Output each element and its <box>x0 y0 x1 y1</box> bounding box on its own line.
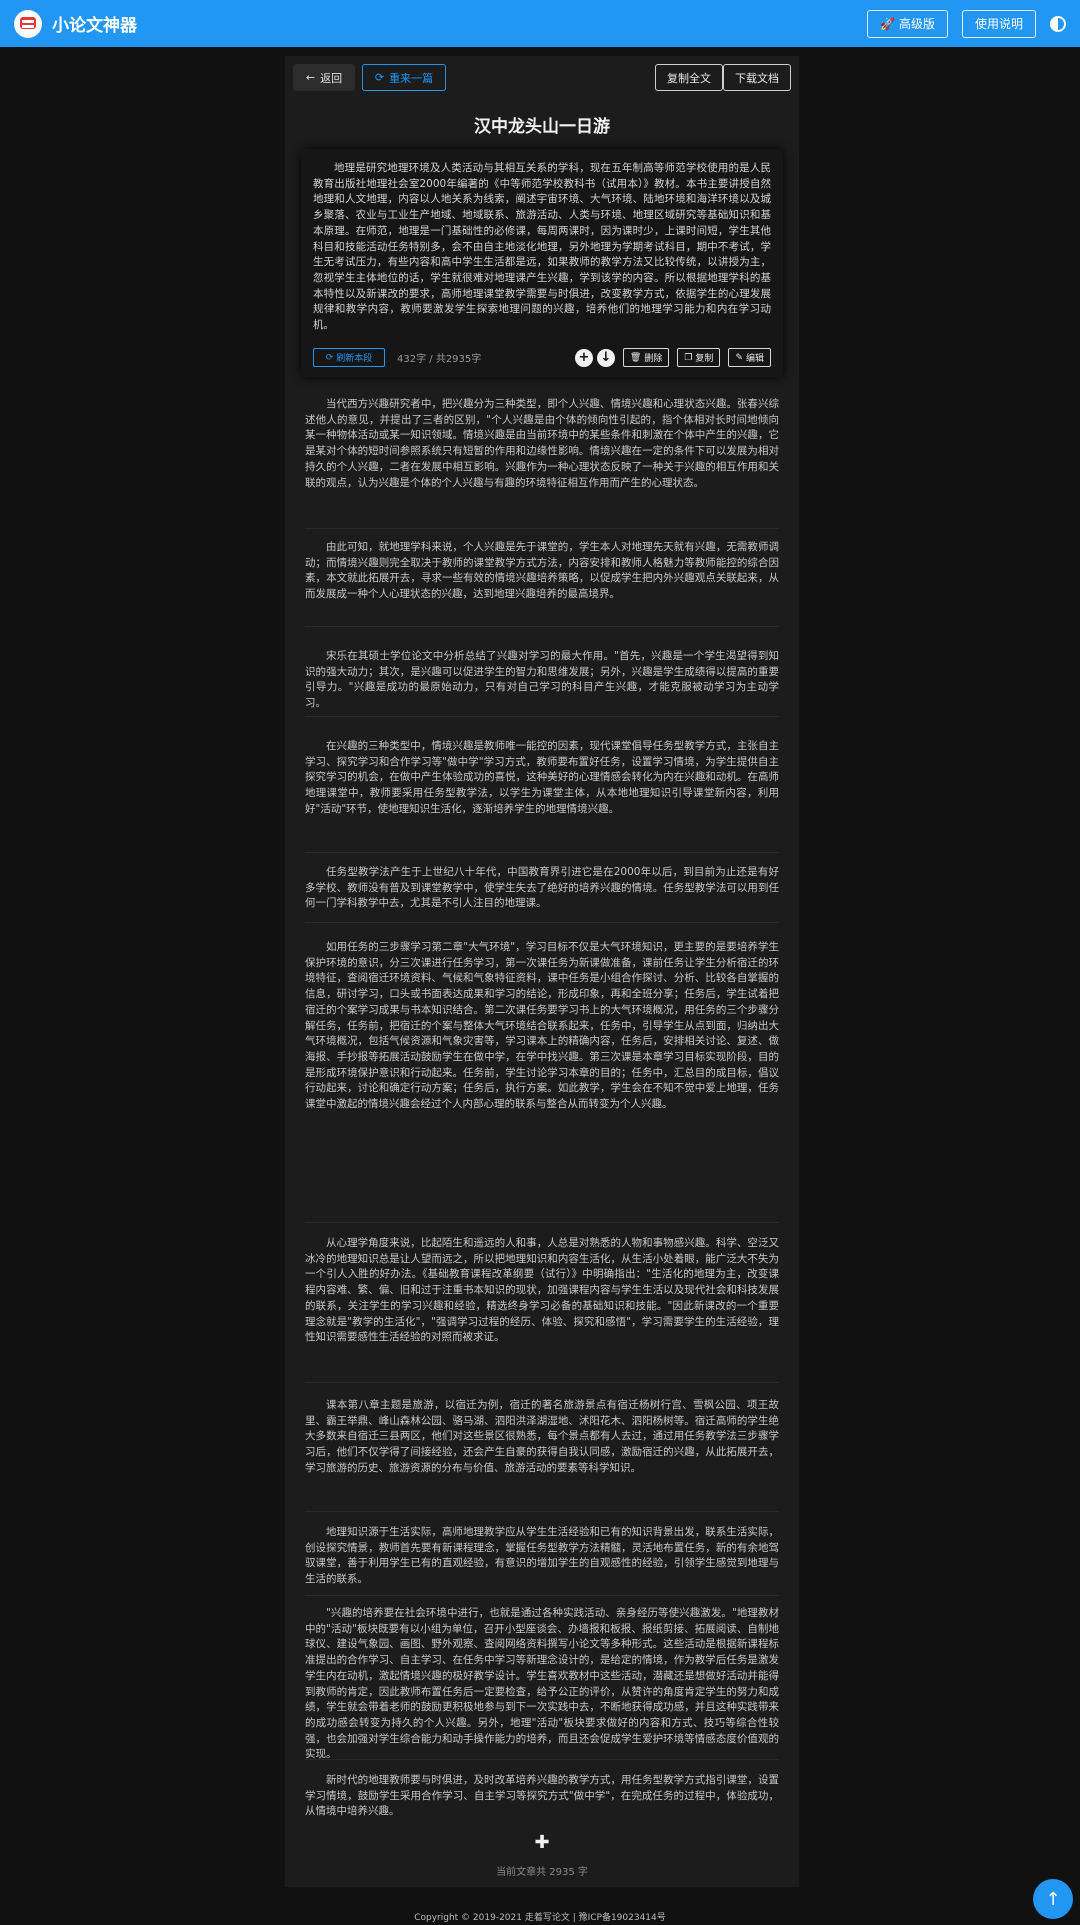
refresh-paragraph-button[interactable]: ⟳ 刷新本段 <box>313 348 385 367</box>
paragraph-text[interactable]: 由此可知，就地理学科来说，个人兴趣是先于课堂的，学生本人对地理先天就有兴趣，无需… <box>305 540 779 603</box>
arrow-left-icon: ← <box>305 71 316 84</box>
paragraph-tools: + ↓ 🗑 删除 ❐ 复制 ✎ 编辑 <box>574 348 771 367</box>
paragraph-divider <box>305 1595 779 1596</box>
refresh-icon: ⟳ <box>374 71 385 84</box>
pencil-icon: ✎ <box>735 352 743 363</box>
paragraph-text[interactable]: 如用任务的三步骤学习第二章"大气环境"，学习目标不仅是大气环境知识，更主要的是要… <box>305 940 779 1113</box>
paragraph-divider <box>305 1511 779 1512</box>
trash-icon: 🗑 <box>629 352 642 363</box>
paragraph-text[interactable]: 当代西方兴趣研究者中，把兴趣分为三种类型，即个人兴趣、情境兴趣和心理状态兴趣。张… <box>305 397 779 491</box>
pro-version-button[interactable]: 🚀 高级版 <box>867 9 948 38</box>
add-paragraph-button[interactable]: ✚ <box>285 1832 799 1853</box>
copy-button[interactable]: ❐ 复制 <box>677 348 721 367</box>
plus-icon: ✚ <box>534 1832 550 1853</box>
edit-button[interactable]: ✎ 编辑 <box>728 348 771 367</box>
paragraph-text[interactable]: 在兴趣的三种类型中，情境兴趣是教师唯一能控的因素，现代课堂倡导任务型教学方式，主… <box>305 739 779 818</box>
help-button[interactable]: 使用说明 <box>961 9 1036 38</box>
arrow-down-icon: ↓ <box>600 350 612 365</box>
plus-icon: + <box>578 350 590 365</box>
insert-paragraph-button[interactable]: + <box>574 348 593 367</box>
footer-copyright: Copyright © 2019-2021 走着写论文 | 豫ICP备19023… <box>414 1913 666 1923</box>
paragraph-text[interactable]: 从心理学角度来说，比起陌生和遥远的人和事，人总是对熟悉的人物和事物感兴趣。科学、… <box>305 1236 779 1346</box>
move-down-button[interactable]: ↓ <box>596 348 615 367</box>
help-label: 使用说明 <box>974 17 1023 31</box>
rocket-icon: 🚀 <box>880 16 895 31</box>
download-label: 下载文档 <box>735 71 779 85</box>
paragraph-text[interactable]: 任务型教学法产生于上世纪八十年代，中国教育界引进它是在2000年以后，到目前为止… <box>305 865 779 912</box>
refresh-icon: ⟳ <box>325 352 334 363</box>
word-count: 432字 / 共2935字 <box>397 354 482 365</box>
scroll-to-top-button[interactable]: ↑ <box>1033 1879 1073 1919</box>
delete-label: 删除 <box>644 354 663 364</box>
paragraph-divider <box>305 1222 779 1223</box>
retry-button[interactable]: ⟳ 重来一篇 <box>362 64 446 91</box>
paragraph-divider <box>305 1382 779 1383</box>
nav-actions: 🚀 高级版 使用说明 <box>867 9 1066 38</box>
top-navbar: 小论文神器 🚀 高级版 使用说明 <box>0 0 1080 47</box>
paragraph-text[interactable]: 宋乐在其硕士学位论文中分析总结了兴趣对学习的最大作用。"首先，兴趣是一个学生渴望… <box>305 649 779 712</box>
paragraph-divider <box>305 528 779 529</box>
copy-label: 复制 <box>695 354 714 364</box>
app-title[interactable]: 小论文神器 <box>52 11 137 36</box>
back-button[interactable]: ← 返回 <box>293 64 355 91</box>
theme-toggle-icon[interactable] <box>1050 15 1066 32</box>
copy-all-label: 复制全文 <box>667 71 711 85</box>
article-toolbar: ← 返回 ⟳ 重来一篇 复制全文 下载文档 <box>293 64 791 92</box>
paragraph-divider <box>305 852 779 853</box>
retry-label: 重来一篇 <box>389 71 434 85</box>
download-button[interactable]: 下载文档 <box>723 64 791 91</box>
pro-version-label: 高级版 <box>898 17 935 31</box>
paragraph-divider <box>305 716 779 717</box>
copy-all-button[interactable]: 复制全文 <box>655 64 723 91</box>
paragraph-text[interactable]: 新时代的地理教师要与时俱进，及时改革培养兴趣的教学方式，用任务型教学方式指引课堂… <box>305 1773 779 1820</box>
arrow-up-icon: ↑ <box>1045 1888 1061 1910</box>
active-paragraph-card[interactable]: 地理是研究地理环境及人类活动与其相互关系的学科，现在五年制高等师范学校使用的是人… <box>301 149 783 377</box>
article-panel: ← 返回 ⟳ 重来一篇 复制全文 下载文档 汉中龙头山一日游 地理是研究地理环境… <box>285 56 799 1887</box>
total-word-count: 当前文章共 2935 字 <box>496 1867 588 1878</box>
logo-icon[interactable] <box>14 9 42 38</box>
paragraph-text[interactable]: 地理知识源于生活实际，高师地理教学应从学生生活经验和已有的知识背景出发，联系生活… <box>305 1525 779 1588</box>
delete-button[interactable]: 🗑 删除 <box>622 348 670 367</box>
paragraph-divider <box>305 922 779 923</box>
paragraph-divider <box>305 1759 779 1760</box>
edit-label: 编辑 <box>745 354 764 364</box>
article-title: 汉中龙头山一日游 <box>474 117 610 137</box>
paragraph-divider <box>305 626 779 627</box>
paragraph-actions: ⟳ 刷新本段 432字 / 共2935字 + ↓ 🗑 删除 ❐ 复制 ✎ 编辑 <box>313 348 771 367</box>
paragraph-text[interactable]: "兴趣的培养要在社会环境中进行，也就是通过各种实践活动、亲身经历等使兴趣激发。"… <box>305 1606 779 1763</box>
back-label: 返回 <box>320 71 343 85</box>
refresh-label: 刷新本段 <box>336 354 373 364</box>
paragraph-text[interactable]: 地理是研究地理环境及人类活动与其相互关系的学科，现在五年制高等师范学校使用的是人… <box>313 161 771 334</box>
paragraph-text[interactable]: 课本第八章主题是旅游，以宿迁为例，宿迁的著名旅游景点有宿迁杨树行宫、雪枫公园、项… <box>305 1398 779 1477</box>
copy-icon: ❐ <box>684 352 693 363</box>
